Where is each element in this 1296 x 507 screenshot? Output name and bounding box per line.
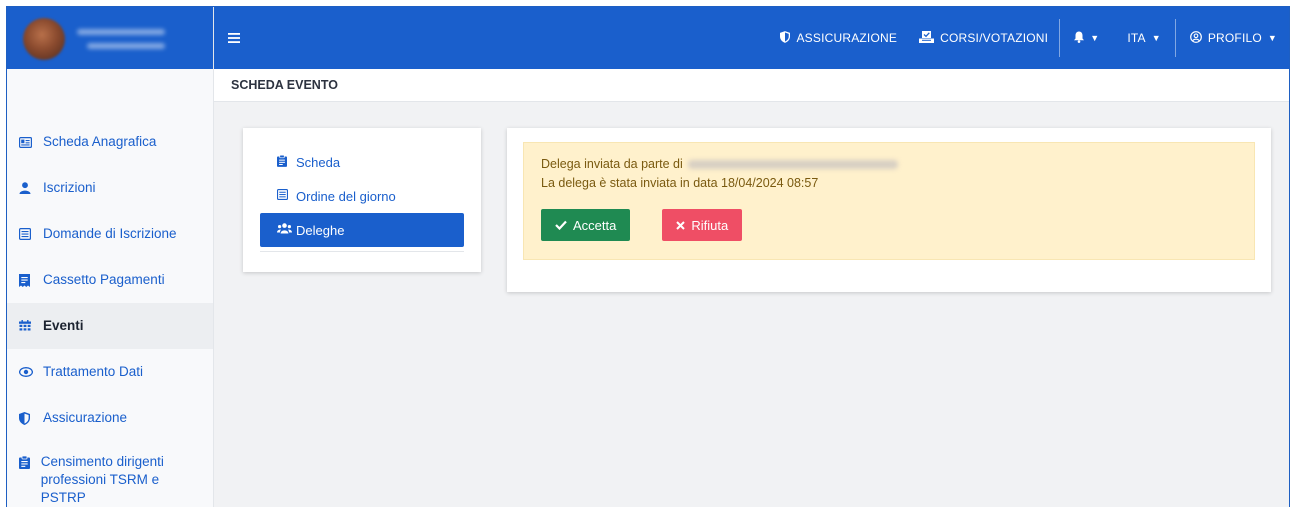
list-icon xyxy=(277,189,292,203)
tab-deleghe[interactable]: Deleghe xyxy=(260,213,464,247)
calendar-icon xyxy=(19,320,39,332)
vote-box-icon xyxy=(919,30,935,46)
users-icon xyxy=(277,223,292,237)
tab-ordine-del-giorno[interactable]: Ordine del giorno xyxy=(260,179,464,213)
sidebar-item-label: Eventi xyxy=(43,318,84,333)
page-title: SCHEDA EVENTO xyxy=(231,78,338,92)
delegation-sender-label: Delega inviata da parte di xyxy=(541,157,683,171)
reject-button[interactable]: Rifiuta xyxy=(662,209,743,241)
sidebar-item-label: Assicurazione xyxy=(43,410,128,425)
check-icon xyxy=(555,218,567,233)
tab-scheda[interactable]: Scheda xyxy=(260,145,464,179)
sidebar-item-iscrizioni[interactable]: Iscrizioni xyxy=(7,165,213,211)
shield-icon xyxy=(19,411,39,425)
sidebar-item-label: Censimento dirigenti professioni TSRM e … xyxy=(40,454,164,505)
menu-toggle-icon[interactable] xyxy=(228,30,252,47)
avatar[interactable] xyxy=(23,18,65,60)
sidebar-user-header[interactable] xyxy=(7,7,213,69)
divider xyxy=(260,251,464,252)
chevron-down-icon: ▼ xyxy=(1267,33,1277,43)
language-label: ITA xyxy=(1127,31,1146,45)
sidebar-item-label: Scheda Anagrafica xyxy=(43,134,157,149)
sidebar-item-label: Iscrizioni xyxy=(43,180,96,195)
tab-label: Ordine del giorno xyxy=(296,188,396,204)
sidebar-item-cassetto-pagamenti[interactable]: Cassetto Pagamenti xyxy=(7,257,213,303)
bell-icon xyxy=(1074,31,1085,46)
sidebar-item-label: Cassetto Pagamenti xyxy=(43,272,165,287)
sidebar-item-trattamento-dati[interactable]: Trattamento Dati xyxy=(7,349,213,395)
profile-dropdown[interactable]: PROFILO ▼ xyxy=(1176,7,1289,69)
navbar-actions: ASSICURAZIONE CORSI/VOTAZIONI ▼ ITA ▼ PR… xyxy=(769,7,1289,69)
close-icon xyxy=(676,218,686,233)
user-circle-icon xyxy=(1189,30,1202,46)
sidebar-item-eventi[interactable]: Eventi xyxy=(7,303,213,349)
nav-corsi-votazioni-link[interactable]: CORSI/VOTAZIONI xyxy=(908,7,1059,69)
eye-icon xyxy=(19,367,39,377)
sidebar-item-censimento-dirigenti[interactable]: Censimento dirigenti professioni TSRM e … xyxy=(7,441,213,505)
delegation-alert: Delega inviata da parte di La delega è s… xyxy=(523,142,1255,260)
top-navbar: ASSICURAZIONE CORSI/VOTAZIONI ▼ ITA ▼ PR… xyxy=(214,7,1289,69)
id-card-icon xyxy=(19,136,39,148)
delegation-actions: Accetta Rifiuta xyxy=(541,209,1237,241)
chevron-down-icon: ▼ xyxy=(1151,33,1161,43)
shield-icon xyxy=(780,30,791,46)
accept-label: Accetta xyxy=(573,217,617,233)
user-subtitle-redacted xyxy=(87,43,165,49)
tab-label: Deleghe xyxy=(296,222,345,238)
tab-label: Scheda xyxy=(296,154,341,170)
event-tabs-card: Scheda Ordine del giorno Deleghe xyxy=(243,128,481,272)
profile-label: PROFILO xyxy=(1207,31,1262,45)
sidebar-item-assicurazione[interactable]: Assicurazione xyxy=(7,395,213,441)
receipt-icon xyxy=(19,273,39,287)
nav-assicurazione-link[interactable]: ASSICURAZIONE xyxy=(769,7,908,69)
reject-label: Rifiuta xyxy=(691,217,729,233)
clipboard-icon xyxy=(277,154,292,170)
sidebar-item-domande-iscrizione[interactable]: Domande di Iscrizione xyxy=(7,211,213,257)
sidebar-nav: Scheda Anagrafica Iscrizioni Domande di … xyxy=(7,69,213,505)
list-icon xyxy=(19,228,39,240)
nav-assicurazione-label: ASSICURAZIONE xyxy=(796,31,898,45)
user-icon xyxy=(19,182,39,194)
delegation-card: Delega inviata da parte di La delega è s… xyxy=(507,128,1271,292)
breadcrumb: SCHEDA EVENTO xyxy=(214,69,1289,102)
sidebar-item-scheda-anagrafica[interactable]: Scheda Anagrafica xyxy=(7,119,213,165)
notifications-dropdown[interactable]: ▼ xyxy=(1060,7,1113,69)
sidebar: Scheda Anagrafica Iscrizioni Domande di … xyxy=(7,7,214,507)
sidebar-item-label: Trattamento Dati xyxy=(43,364,144,379)
delegation-date-line: La delega è stata inviata in data 18/04/… xyxy=(541,176,819,190)
clipboard-icon xyxy=(19,453,37,469)
user-name-redacted xyxy=(77,29,165,35)
language-dropdown[interactable]: ITA ▼ xyxy=(1113,7,1175,69)
chevron-down-icon: ▼ xyxy=(1090,33,1100,43)
nav-corsi-votazioni-label: CORSI/VOTAZIONI xyxy=(940,31,1049,45)
sidebar-item-label: Domande di Iscrizione xyxy=(43,226,177,241)
app-window: Scheda Anagrafica Iscrizioni Domande di … xyxy=(6,6,1290,507)
accept-button[interactable]: Accetta xyxy=(541,209,631,241)
delegation-sender-line: Delega inviata da parte di xyxy=(541,155,1237,174)
main-content: Scheda Ordine del giorno Deleghe Delega … xyxy=(214,102,1289,507)
sender-name-redacted xyxy=(688,160,899,170)
